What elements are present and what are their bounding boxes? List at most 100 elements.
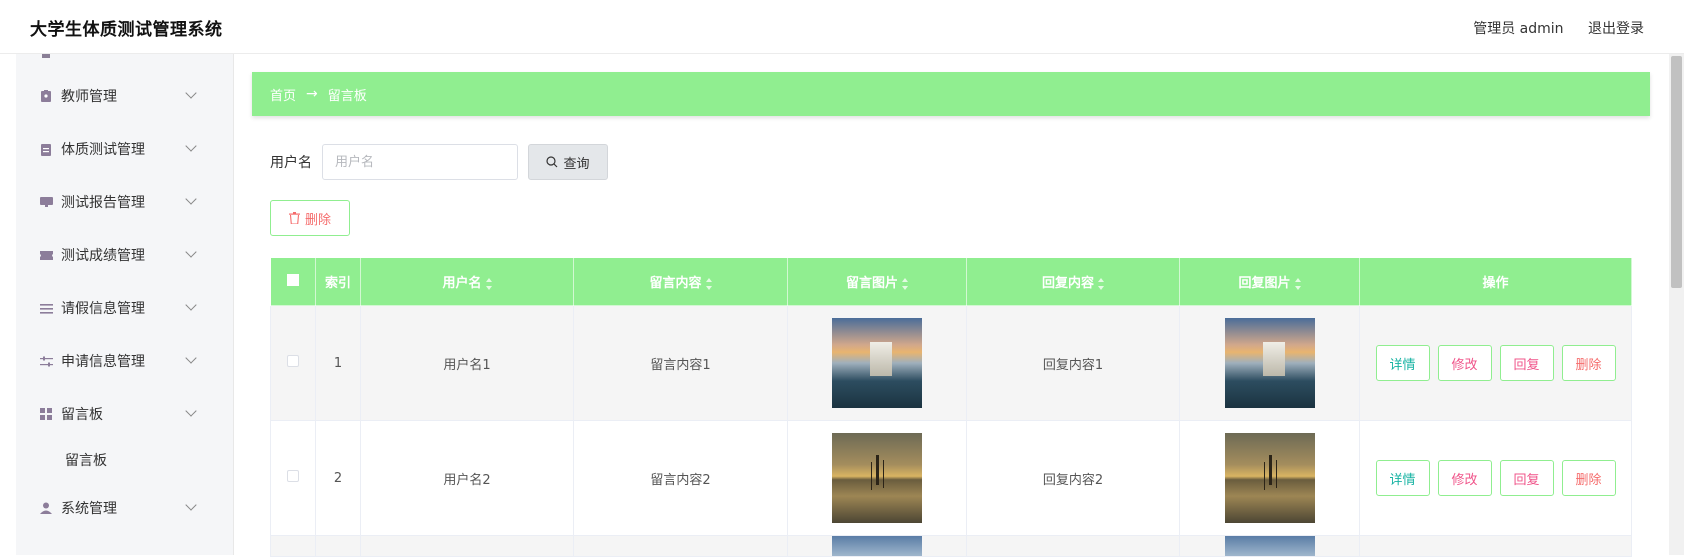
row-message-image[interactable] — [787, 305, 967, 421]
table-row — [270, 535, 1632, 557]
tree-photo — [1224, 433, 1315, 523]
landscape-photo — [832, 536, 922, 556]
username-search-input[interactable] — [322, 144, 518, 180]
reply-button[interactable]: 回复 — [1499, 345, 1554, 381]
chevron-down-icon — [185, 246, 197, 258]
batch-delete-label: 删除 — [304, 212, 331, 228]
breadcrumb-home[interactable]: 首页 — [270, 85, 296, 104]
select-all-checkbox[interactable] — [270, 257, 316, 306]
edit-button[interactable]: 修改 — [1437, 345, 1492, 381]
admin-label[interactable]: 管理员 admin — [1473, 21, 1563, 37]
detail-button[interactable]: 详情 — [1375, 345, 1430, 381]
tree-photo — [832, 433, 922, 523]
column-header-reply[interactable]: 回复内容 — [966, 257, 1180, 306]
sidebar-item-physical-test[interactable]: 体质测试管理 — [16, 127, 233, 171]
column-header-message-image[interactable]: 留言图片 — [787, 257, 967, 306]
app-title: 大学生体质测试管理系统 — [30, 20, 223, 40]
sidebar-item-score[interactable]: 测试成绩管理 — [16, 233, 233, 277]
sidebar-item-label: 测试成绩管理 — [61, 248, 145, 264]
user-icon — [39, 501, 53, 515]
column-header-actions: 操作 — [1359, 257, 1632, 306]
top-bar: 大学生体质测试管理系统 管理员 admin 退出登录 — [0, 0, 1684, 54]
logout-link[interactable]: 退出登录 — [1588, 21, 1644, 37]
detail-button[interactable]: 详情 — [1375, 460, 1430, 496]
chevron-down-icon — [185, 352, 197, 364]
row-message-image[interactable] — [787, 420, 967, 536]
left-strip — [0, 54, 16, 555]
row-username: 用户名1 — [360, 305, 574, 421]
delete-button[interactable]: 删除 — [1561, 460, 1616, 496]
arrow-right-icon: → — [306, 86, 318, 102]
row-actions: 详情 修改 回复 删除 — [1359, 305, 1632, 421]
trash-icon — [288, 212, 300, 224]
row-message: 留言内容1 — [573, 305, 788, 421]
sidebar-item-label: 教师管理 — [61, 89, 117, 105]
sidebar-item-hidden[interactable] — [16, 54, 233, 76]
sliders-icon — [39, 354, 53, 368]
sidebar-item-report[interactable]: 测试报告管理 — [16, 180, 233, 224]
table-header-row: 索引 用户名 留言内容 留言图片 回复内容 回复图片 操作 — [270, 257, 1632, 306]
row-index: 1 — [315, 305, 361, 421]
sort-icon — [705, 277, 712, 290]
reply-button[interactable]: 回复 — [1499, 460, 1554, 496]
query-button[interactable]: 查询 — [528, 144, 608, 180]
grid-icon — [39, 407, 53, 421]
clipboard-icon — [39, 142, 53, 156]
breadcrumb: 首页 → 留言板 — [252, 72, 1650, 116]
sidebar-item-label: 请假信息管理 — [61, 301, 145, 317]
row-message-image[interactable] — [787, 535, 967, 557]
row-index: 2 — [315, 420, 361, 536]
sort-icon — [902, 277, 908, 290]
row-reply-image[interactable] — [1179, 535, 1360, 557]
column-header-index: 索引 — [315, 257, 361, 306]
sidebar-item-teacher[interactable]: 教师管理 — [16, 74, 233, 118]
search-label: 用户名 — [270, 155, 312, 171]
search-row: 用户名 查询 — [270, 144, 608, 180]
chevron-down-icon — [185, 87, 197, 99]
sidebar-item-application[interactable]: 申请信息管理 — [16, 339, 233, 383]
sidebar-item-label: 申请信息管理 — [61, 354, 145, 370]
sidebar-item-label: 留言板 — [61, 407, 103, 423]
badge-icon — [39, 89, 53, 103]
message-table: 索引 用户名 留言内容 留言图片 回复内容 回复图片 操作 1 用户名1 留言内… — [270, 257, 1632, 557]
row-reply-image[interactable] — [1179, 305, 1360, 421]
row-checkbox[interactable] — [270, 305, 316, 421]
sidebar-subitem-label: 留言板 — [65, 453, 107, 469]
row-actions: 详情 修改 回复 删除 — [1359, 420, 1632, 536]
delete-button[interactable]: 删除 — [1561, 345, 1616, 381]
sort-icon — [485, 277, 492, 290]
table-row: 2 用户名2 留言内容2 回复内容2 详情 修改 回复 删除 — [270, 420, 1632, 536]
landscape-photo — [1224, 318, 1315, 408]
sidebar: 教师管理 体质测试管理 测试报告管理 测试成绩管理 请假信息管理 申请信息管理 … — [16, 54, 233, 555]
row-checkbox[interactable] — [270, 420, 316, 536]
column-header-message[interactable]: 留言内容 — [573, 257, 788, 306]
row-message: 留言内容2 — [573, 420, 788, 536]
row-username: 用户名2 — [360, 420, 574, 536]
chevron-down-icon — [185, 405, 197, 417]
row-reply: 回复内容1 — [966, 305, 1180, 421]
row-reply-image[interactable] — [1179, 420, 1360, 536]
scrollbar-thumb[interactable] — [1671, 56, 1682, 288]
breadcrumb-current: 留言板 — [327, 88, 367, 104]
ticket-icon — [39, 248, 53, 262]
column-header-username[interactable]: 用户名 — [360, 257, 574, 306]
row-reply: 回复内容2 — [966, 420, 1180, 536]
search-icon — [546, 156, 558, 168]
sidebar-item-label: 系统管理 — [61, 501, 117, 517]
sidebar-item-label: 测试报告管理 — [61, 195, 145, 211]
sort-icon — [1294, 277, 1301, 290]
chevron-down-icon — [185, 193, 197, 205]
edit-button[interactable]: 修改 — [1437, 460, 1492, 496]
sidebar-subitem-message-board[interactable]: 留言板 — [16, 440, 233, 480]
sidebar-item-system[interactable]: 系统管理 — [16, 486, 233, 530]
table-row: 1 用户名1 留言内容1 回复内容1 详情 修改 回复 删除 — [270, 305, 1632, 421]
top-right-menu: 管理员 admin 退出登录 — [1453, 18, 1644, 38]
landscape-photo — [832, 318, 922, 408]
batch-delete-button[interactable]: 删除 — [270, 200, 350, 236]
monitor-icon — [39, 195, 53, 209]
column-header-reply-image[interactable]: 回复图片 — [1179, 257, 1360, 306]
sidebar-item-leave[interactable]: 请假信息管理 — [16, 286, 233, 330]
sidebar-item-message-board[interactable]: 留言板 — [16, 392, 233, 436]
list-icon — [39, 301, 53, 315]
user-icon — [39, 54, 53, 61]
